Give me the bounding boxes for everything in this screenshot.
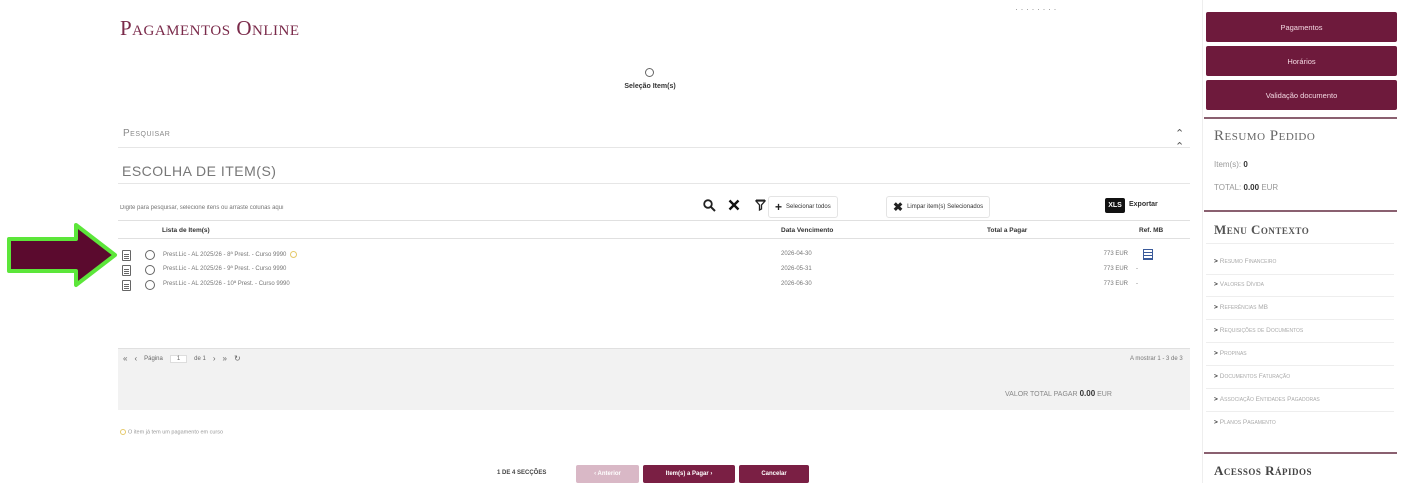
divider (1206, 296, 1394, 297)
item-description: Prest.Lic - AL 2025/26 - 9ª Prest. - Cur… (163, 266, 287, 272)
document-icon[interactable] (122, 265, 131, 276)
column-header-items[interactable]: Lista de Item(s) (162, 227, 210, 234)
payments-button[interactable]: Pagamentos (1206, 12, 1397, 42)
mb-reference: - (1136, 266, 1138, 272)
clear-search-icon[interactable] (728, 199, 740, 215)
collapse-chevron-icon[interactable]: ⌃ ⌃ (1175, 127, 1184, 153)
highlight-arrow-icon (7, 223, 117, 287)
filter-icon[interactable] (754, 199, 767, 215)
plus-icon: + (775, 200, 783, 214)
first-page-button[interactable]: « (123, 354, 127, 363)
context-item-debt-values[interactable]: > Valores Dívida (1214, 281, 1264, 288)
previous-button[interactable]: ‹ Anterior (576, 465, 639, 483)
search-panel-label: Pesquisar (123, 128, 171, 139)
document-validation-button[interactable]: Validação documento (1206, 80, 1397, 110)
due-date: 2026-06-30 (781, 281, 812, 287)
next-page-button[interactable]: › (213, 354, 216, 363)
total-amount: 773 EUR (1103, 281, 1128, 287)
item-description: Prest.Lic - AL 2025/26 - 10ª Prest. - Cu… (163, 281, 290, 287)
total-amount: 773 EUR (1103, 251, 1128, 257)
due-date: 2026-05-31 (781, 266, 812, 272)
divider (1206, 365, 1394, 366)
item-description: Prest.Lic - AL 2025/26 - 8ª Prest. - Cur… (163, 251, 298, 258)
pagination-info: A mostrar 1 - 3 de 3 (1130, 356, 1183, 362)
column-header-due-date[interactable]: Data Vencimento (781, 227, 833, 234)
document-icon[interactable] (122, 250, 131, 261)
table-row[interactable]: Prest.Lic - AL 2025/26 - 8ª Prest. - Cur… (118, 249, 1190, 262)
summary-items: Item(s): 0 (1214, 160, 1248, 169)
warning-icon (120, 429, 126, 435)
column-header-total[interactable]: Total a Pagar (987, 227, 1027, 234)
context-item-paying-entities[interactable]: > Associação Entidades Pagadoras (1214, 396, 1320, 403)
schedules-button[interactable]: Horários (1206, 46, 1397, 76)
legend-note: O item já tem um pagamento em curso (120, 429, 223, 435)
select-all-label: Selecionar todos (786, 204, 831, 210)
context-item-fees[interactable]: > Propinas (1214, 350, 1247, 357)
export-button[interactable]: Exportar (1129, 201, 1158, 208)
total-value: 0.00 (1079, 389, 1096, 398)
clear-selected-label: Limpar item(s) Selecionados (907, 204, 984, 210)
total-amount: 773 EUR (1103, 266, 1128, 272)
page-word: Página (144, 355, 163, 362)
total-to-pay: VALOR TOTAL PAGAR 0.00 EUR (1005, 389, 1112, 398)
step-indicator-circle (645, 68, 654, 77)
quick-access-title: Acessos Rápidos (1214, 463, 1313, 478)
page-number-input[interactable]: 1 (169, 354, 188, 363)
step-count: 1 DE 4 SECÇÕES (497, 470, 547, 476)
pagination-controls: « ‹ Página 1 de 1 › » ↻ (123, 354, 241, 363)
refresh-icon[interactable]: ↻ (234, 354, 241, 363)
last-page-button[interactable]: » (223, 354, 227, 363)
document-icon[interactable] (122, 280, 131, 291)
due-date: 2026-04-30 (781, 251, 812, 257)
grid-search-input[interactable] (120, 199, 695, 217)
mb-reference-icon[interactable] (1143, 249, 1153, 260)
step-label: Seleção Item(s) (624, 83, 676, 90)
pagination-bar (118, 348, 1190, 374)
context-item-financial-summary[interactable]: > Resumo Financeiro (1214, 258, 1276, 265)
items-section-title: ESCOLHA DE ITEM(S) (122, 163, 277, 179)
context-item-document-requests[interactable]: > Requisições de Documentos (1214, 327, 1303, 334)
search-panel-header[interactable] (118, 122, 1190, 148)
divider (1206, 411, 1394, 412)
search-icon[interactable] (703, 199, 716, 216)
cancel-button[interactable]: Cancelar (739, 465, 809, 483)
table-header-divider (118, 238, 1190, 239)
page-title: Pagamentos Online (120, 16, 300, 40)
divider (1206, 243, 1394, 244)
divider (1206, 319, 1394, 320)
divider (1206, 342, 1394, 343)
table-row[interactable]: Prest.Lic - AL 2025/26 - 9ª Prest. - Cur… (118, 265, 1190, 277)
order-summary-title: Resumo Pedido (1214, 128, 1316, 144)
summary-total: TOTAL: 0.00 EUR (1214, 183, 1279, 192)
row-select-radio[interactable] (145, 280, 155, 290)
close-icon: ✖ (893, 200, 904, 214)
warning-icon (290, 251, 298, 258)
row-select-radio[interactable] (145, 250, 155, 260)
context-item-payment-plans[interactable]: > Planos Pagamento (1214, 419, 1276, 426)
row-select-radio[interactable] (145, 265, 155, 275)
divider (118, 183, 1190, 184)
mb-reference: - (1136, 281, 1138, 287)
context-item-billing-documents[interactable]: > Documentos Faturação (1214, 373, 1290, 380)
sidebar-divider (1204, 117, 1397, 119)
sidebar-divider (1204, 452, 1397, 454)
divider (1206, 274, 1394, 275)
select-all-button[interactable]: + Selecionar todos (768, 196, 838, 218)
clear-selected-button[interactable]: ✖ Limpar item(s) Selecionados (886, 196, 991, 218)
top-right-text: · · · · · · · · (1015, 4, 1057, 14)
table-row[interactable]: Prest.Lic - AL 2025/26 - 10ª Prest. - Cu… (118, 280, 1190, 292)
next-step-button[interactable]: Item(s) a Pagar › (643, 465, 735, 483)
page-of-label: de 1 (194, 355, 206, 362)
prev-page-button[interactable]: ‹ (134, 354, 137, 363)
context-menu-title: Menu Contexto (1214, 222, 1310, 237)
xls-icon[interactable]: XLS (1105, 198, 1125, 213)
sidebar-divider (1204, 210, 1397, 212)
context-item-mb-references[interactable]: > Referências MB (1214, 304, 1268, 311)
divider (1206, 388, 1394, 389)
column-header-ref-mb[interactable]: Ref. MB (1139, 227, 1163, 234)
